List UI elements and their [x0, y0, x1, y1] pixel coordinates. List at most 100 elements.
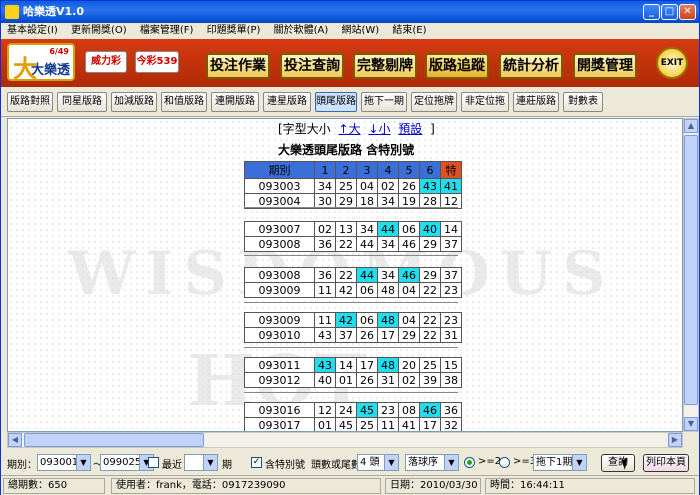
subtab-11[interactable]: 對數表	[563, 92, 603, 112]
period-cell: 093010	[244, 327, 315, 343]
recent-count-select[interactable]: ▼	[184, 454, 218, 471]
drag-period-select[interactable]: 拖下1期 ▼	[533, 454, 587, 471]
number-cell: 23	[440, 282, 462, 298]
group-separator	[244, 302, 458, 303]
number-cell: 36	[314, 267, 336, 283]
order-value: 落球序	[408, 457, 438, 468]
full-elimination-button[interactable]: 完整剔牌	[353, 53, 417, 79]
draw-manage-button[interactable]: 開獎管理	[573, 53, 637, 79]
number-cell: 23	[440, 312, 462, 328]
scroll-up-icon[interactable]: ▲	[684, 119, 698, 133]
radio-ge3[interactable]	[499, 457, 510, 468]
menu-about[interactable]: 關於軟體(A)	[274, 25, 329, 36]
head-tail-value: 4 頭	[360, 457, 380, 468]
group-separator	[244, 255, 458, 256]
horizontal-scrollbar[interactable]: ◀ ▶	[7, 432, 683, 448]
power-lotto-logo-button[interactable]: 威力彩	[85, 51, 127, 73]
number-cell: 31	[377, 372, 399, 388]
subtab-9[interactable]: 非定位拖	[461, 92, 509, 112]
lotto-logo-button[interactable]: 大 6/49 大樂透	[7, 43, 75, 83]
exit-button[interactable]: EXIT	[656, 47, 688, 79]
number-cell: 26	[356, 372, 378, 388]
subtab-8[interactable]: 定位拖牌	[411, 92, 457, 112]
number-cell: 34	[377, 267, 399, 283]
bet-query-button[interactable]: 投注查詢	[280, 53, 344, 79]
vertical-scroll-thumb[interactable]	[684, 135, 698, 405]
number-cell: 34	[377, 236, 399, 252]
table-row: 093009 11 42 06 48 04 22 23	[244, 312, 462, 328]
close-button[interactable]: ✕	[679, 4, 696, 20]
font-size-label: [字型大小	[278, 122, 331, 136]
head-tail-select[interactable]: 4 頭 ▼	[357, 454, 399, 471]
menu-exit[interactable]: 結束(E)	[392, 25, 426, 36]
font-default-link[interactable]: 預設	[398, 122, 422, 136]
recent-label: 最近	[162, 460, 182, 471]
number-cell: 37	[335, 327, 357, 343]
scroll-left-icon[interactable]: ◀	[8, 433, 22, 447]
number-cell: 14	[440, 221, 462, 237]
subtab-4[interactable]: 連開版路	[211, 92, 259, 112]
number-cell: 43	[419, 178, 441, 194]
period-to-select[interactable]: 099025 ▼	[100, 454, 154, 471]
font-smaller-link[interactable]: ↓小	[368, 122, 390, 136]
vertical-scrollbar[interactable]: ▲ ▼	[683, 118, 699, 432]
chevron-down-icon: ▼	[572, 455, 586, 470]
table-header: 期別 1 2 3 4 5 6 特	[244, 161, 462, 179]
draw-pair-table: 期別 1 2 3 4 5 6 特 093003 34 25 04 02 26 43 41 093004 30 29 1…	[244, 161, 462, 209]
number-cell: 42	[335, 282, 357, 298]
number-cell: 48	[377, 312, 399, 328]
number-cell: 17	[419, 417, 441, 431]
path-tracking-button[interactable]: 版路追蹤	[425, 53, 489, 79]
recent-checkbox[interactable]	[148, 457, 159, 468]
filter-controls: 期別： 093001 ▼ ～ 099025 ▼ 最近 ▼ 期 ✓ 含特別號 頭數或尾…	[1, 450, 699, 474]
statistics-button[interactable]: 統計分析	[499, 53, 563, 79]
print-page-button[interactable]: 列印本頁	[643, 454, 689, 472]
scroll-right-icon[interactable]: ▶	[668, 433, 682, 447]
subtab-0[interactable]: 版路對照	[7, 92, 53, 112]
menu-file-manage[interactable]: 檔案管理(F)	[140, 25, 194, 36]
subtab-5[interactable]: 連星版路	[263, 92, 311, 112]
scroll-down-icon[interactable]: ▼	[684, 417, 698, 431]
special-number-checkbox[interactable]: ✓	[251, 457, 262, 468]
order-select[interactable]: 落球序 ▼	[405, 454, 459, 471]
number-cell: 37	[440, 267, 462, 283]
number-cell: 25	[335, 178, 357, 194]
radio-ge2[interactable]	[464, 457, 475, 468]
subtab-7[interactable]: 拖下一期	[361, 92, 407, 112]
daily539-logo-button[interactable]: 今彩539	[135, 51, 179, 73]
results-panel: WISDOMOUS HOT [字型大小 ↑大 ↓小 預設 ] 大樂透頭尾版路 含…	[7, 118, 683, 432]
bet-operation-button[interactable]: 投注作業	[206, 53, 270, 79]
menu-print-slip[interactable]: 印題獎單(P)	[207, 25, 261, 36]
app-icon	[5, 5, 19, 19]
number-cell: 41	[440, 178, 462, 194]
maximize-button[interactable]: □	[661, 4, 678, 20]
subtab-6[interactable]: 頭尾版路	[315, 92, 357, 112]
query-button[interactable]: 查詢	[601, 454, 635, 472]
period-from-select[interactable]: 093001 ▼	[37, 454, 91, 471]
menu-basic-settings[interactable]: 基本設定(I)	[7, 25, 58, 36]
number-cell: 43	[314, 357, 336, 373]
subtab-1[interactable]: 同星版路	[57, 92, 107, 112]
font-bigger-link[interactable]: ↑大	[339, 122, 361, 136]
number-cell: 02	[314, 221, 336, 237]
number-cell: 22	[335, 236, 357, 252]
menu-update-draw[interactable]: 更新開獎(O)	[71, 25, 127, 36]
subtab-3[interactable]: 和值版路	[161, 92, 207, 112]
number-cell: 38	[440, 372, 462, 388]
subtab-2[interactable]: 加減版路	[111, 92, 157, 112]
special-number-label: 含特別號	[265, 460, 305, 471]
number-cell: 44	[356, 236, 378, 252]
subtab-10[interactable]: 連莊版路	[513, 92, 559, 112]
number-cell: 08	[398, 402, 420, 418]
number-cell: 42	[335, 312, 357, 328]
number-cell: 06	[398, 221, 420, 237]
main-toolbar: 大 6/49 大樂透 威力彩 今彩539 投注作業 投注查詢 完整剔牌 版路追蹤…	[1, 39, 699, 87]
menu-website[interactable]: 網站(W)	[341, 25, 379, 36]
horizontal-scroll-thumb[interactable]	[24, 433, 204, 447]
number-cell: 39	[419, 372, 441, 388]
draw-pair-table: 093007 02 13 34 44 06 40 14 093008 36 22 44 34 46 29 37	[244, 221, 462, 252]
number-cell: 06	[356, 312, 378, 328]
number-cell: 36	[440, 402, 462, 418]
number-cell: 24	[335, 402, 357, 418]
minimize-button[interactable]: _	[643, 4, 660, 20]
